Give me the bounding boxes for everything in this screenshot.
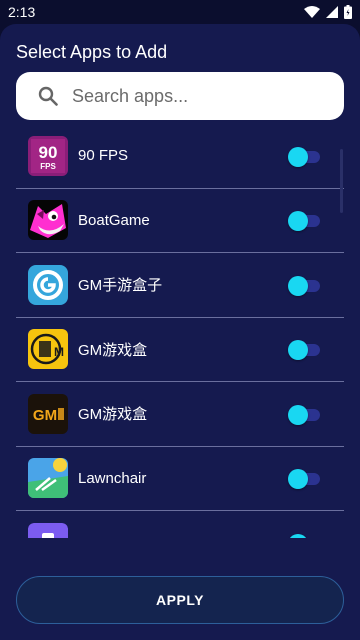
app-name: 90 FPS [78, 147, 129, 165]
list-item[interactable]: GM GM游戏盒 [16, 382, 344, 447]
list-item[interactable]: GM手游盒子 [16, 253, 344, 318]
wifi-icon [304, 6, 320, 18]
search-box[interactable] [16, 72, 344, 120]
list-item[interactable]: BoatGame [16, 189, 344, 253]
list-item[interactable]: M GM游戏盒 [16, 318, 344, 382]
app-toggle[interactable] [288, 404, 322, 425]
app-name: BoatGame [78, 211, 150, 229]
toggle-thumb [288, 146, 308, 167]
toggle-thumb [288, 275, 308, 296]
sheet-title: Select Apps to Add [16, 42, 168, 62]
app-toggle[interactable] [288, 210, 322, 232]
status-icons [304, 5, 352, 19]
app-icon-90fps: 90 FPS [28, 135, 68, 176]
toggle-thumb [288, 533, 308, 538]
app-list[interactable]: 90 FPS 90 FPS BoatGame GM手游盒子 M GM游戏盒 GM… [16, 124, 344, 538]
app-icon-partial [28, 522, 68, 538]
app-icon-gm-mobile-box [28, 264, 68, 305]
app-toggle[interactable] [288, 275, 322, 296]
list-item[interactable]: 90 FPS 90 FPS [16, 124, 344, 189]
signal-icon [326, 6, 338, 18]
app-icon-boatgame [28, 200, 68, 241]
apply-button[interactable]: APPLY [16, 576, 344, 624]
toggle-thumb [288, 404, 308, 425]
search-input[interactable] [72, 85, 312, 107]
list-item[interactable]: Lawnchair [16, 447, 344, 511]
app-icon-lawnchair [28, 458, 68, 499]
list-scrollbar[interactable] [340, 149, 343, 213]
battery-icon [344, 5, 352, 19]
app-icon-gm-game-box-dark: GM [28, 393, 68, 434]
app-toggle[interactable] [288, 339, 322, 361]
app-icon-text: 90 [39, 143, 58, 162]
app-icon-text: GM [33, 407, 57, 424]
app-toggle[interactable] [288, 468, 322, 490]
toggle-thumb [288, 211, 308, 232]
app-toggle[interactable] [288, 533, 322, 538]
app-toggle[interactable] [288, 146, 322, 167]
search-icon [38, 86, 58, 106]
app-name: GM手游盒子 [78, 277, 163, 295]
app-name: GM游戏盒 [78, 341, 148, 359]
app-name: Lawnchair [78, 469, 147, 487]
list-item[interactable] [16, 511, 344, 538]
toggle-thumb [288, 469, 308, 490]
svg-text:M: M [54, 345, 64, 359]
app-name: GM游戏盒 [78, 406, 148, 424]
toggle-thumb [288, 340, 308, 361]
app-icon-subtext: FPS [40, 162, 56, 171]
status-bar: 2:13 [0, 0, 360, 24]
status-time: 2:13 [8, 4, 36, 20]
app-icon-gm-game-box-yellow: M [28, 329, 68, 370]
